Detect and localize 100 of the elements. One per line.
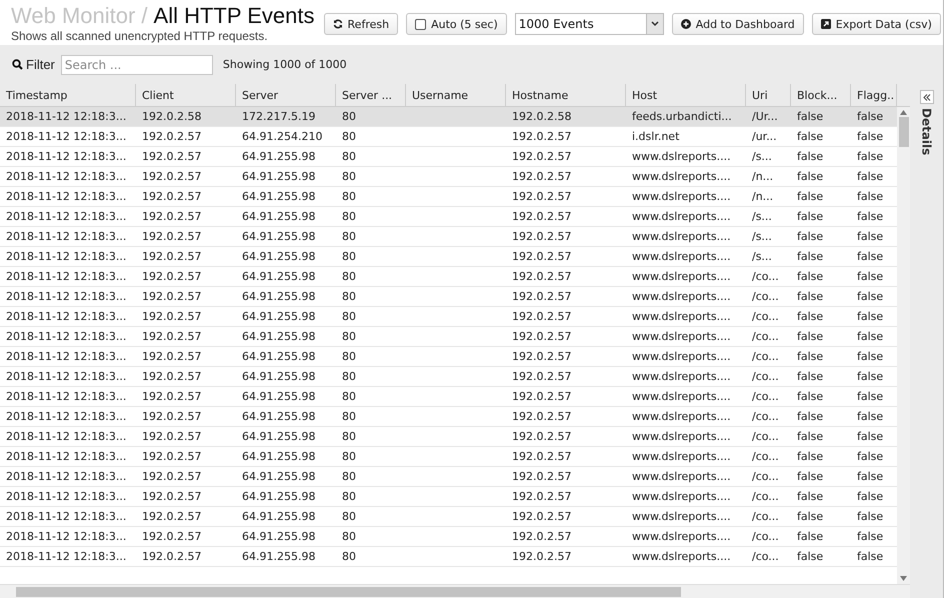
table-cell-text: false: [796, 289, 824, 305]
table-cell-text: www.dslreports....: [631, 149, 732, 165]
table-cell-text: false: [856, 549, 884, 565]
table-cell-text: 2018-11-12 12:18:3...: [5, 289, 128, 305]
scroll-down-icon: [900, 576, 907, 581]
table-cell-text: 80: [341, 189, 357, 205]
table-cell-text: false: [796, 229, 824, 245]
table-cell-text: 64.91.255.98: [241, 189, 316, 205]
table-cell-text: 64.91.255.98: [241, 469, 316, 485]
table-cell-text: false: [856, 509, 884, 525]
column-header[interactable]: Block...: [791, 84, 851, 106]
table-cell-text: 2018-11-12 12:18:3...: [5, 489, 128, 505]
table-cell-text: 80: [341, 289, 357, 305]
table-cell-text: 192.0.2.57: [141, 129, 202, 145]
table-cell-text: false: [856, 249, 884, 265]
details-tab[interactable]: Details: [920, 108, 932, 156]
table-cell-text: /co...: [751, 329, 780, 345]
column-header[interactable]: Hostname: [506, 84, 626, 106]
table-cell-text: 192.0.2.57: [141, 209, 202, 225]
auto-refresh-checkbox[interactable]: Auto (5 sec): [406, 13, 507, 35]
vertical-scrollbar[interactable]: [897, 107, 910, 584]
column-header[interactable]: Flagg..: [851, 84, 897, 106]
table-cell-text: 80: [341, 549, 357, 565]
table-cell-text: /co...: [751, 529, 780, 545]
table-cell-text: 192.0.2.57: [141, 509, 202, 525]
table-cell-text: 192.0.2.57: [511, 489, 572, 505]
table-cell-text: 192.0.2.57: [511, 169, 572, 185]
refresh-button[interactable]: Refresh: [324, 13, 398, 35]
search-field[interactable]: Search ...: [60, 54, 213, 74]
horizontal-scrollbar[interactable]: [0, 584, 910, 598]
scrollbar-thumb[interactable]: [16, 586, 681, 596]
table-cell-text: www.dslreports....: [631, 429, 732, 445]
collapse-button[interactable]: [920, 90, 934, 104]
table-cell-text: /co...: [751, 509, 780, 525]
table-cell-text: 64.91.255.98: [241, 249, 316, 265]
table-cell-text: /n...: [751, 169, 774, 185]
column-header[interactable]: Server: [236, 84, 336, 106]
table-cell-text: 2018-11-12 12:18:3...: [5, 309, 128, 325]
table-cell-text: 2018-11-12 12:18:3...: [5, 469, 128, 485]
table-cell-text: 64.91.255.98: [241, 329, 316, 345]
export-data-button[interactable]: Export Data (csv): [812, 13, 941, 35]
table-cell-text: 192.0.2.57: [511, 209, 572, 225]
table-cell-text: /s...: [751, 249, 773, 265]
column-header[interactable]: Username: [406, 84, 506, 106]
table-cell-text: false: [796, 509, 824, 525]
table-cell-text: www.dslreports....: [631, 469, 732, 485]
add-to-dashboard-button[interactable]: Add to Dashboard: [672, 13, 804, 35]
table-cell-text: 192.0.2.57: [511, 369, 572, 385]
table-cell-text: 2018-11-12 12:18:3...: [5, 449, 128, 465]
table-cell-text: false: [796, 129, 824, 145]
table-cell-text: false: [856, 149, 884, 165]
table-cell-text: 192.0.2.57: [511, 249, 572, 265]
table-cell-text: 64.91.255.98: [241, 349, 316, 365]
table-cell-text: /co...: [751, 369, 780, 385]
table-cell-text: 192.0.2.57: [141, 269, 202, 285]
table-cell-text: 192.0.2.57: [511, 409, 572, 425]
table-cell-text: /co...: [751, 349, 780, 365]
table-cell-text: 172.217.5.19: [241, 109, 316, 125]
table-cell-text: 2018-11-12 12:18:3...: [5, 509, 128, 525]
table-cell-text: false: [796, 149, 824, 165]
table-cell-text: www.dslreports....: [631, 289, 732, 305]
table-cell-text: www.dslreports....: [631, 269, 732, 285]
table-cell-text: false: [856, 209, 884, 225]
table-cell-text: 64.91.255.98: [241, 509, 316, 525]
table-cell-text: false: [796, 429, 824, 445]
column-header[interactable]: Client: [136, 84, 236, 106]
column-header[interactable]: Host: [626, 84, 746, 106]
table-cell-text: 80: [341, 209, 357, 225]
table-cell-text: false: [856, 449, 884, 465]
table-cell-text: 192.0.2.57: [511, 389, 572, 405]
table-cell-text: 192.0.2.57: [511, 509, 572, 525]
table-cell-text: false: [796, 529, 824, 545]
table-cell-text: www.dslreports....: [631, 309, 732, 325]
table-cell-text: 80: [341, 129, 357, 145]
table-cell-text: false: [856, 289, 884, 305]
table-cell-text: 192.0.2.57: [511, 349, 572, 365]
table-cell-text: 80: [341, 369, 357, 385]
table-cell-text: www.dslreports....: [631, 529, 732, 545]
table-cell-text: 192.0.2.57: [141, 149, 202, 165]
table-row[interactable]: 2018-11-12 12:18:3... 192.0.2.58 172.217.5.19 80 192.0.2.58 feeds.urbandicti... /Ur... false false: [0, 107, 897, 127]
column-header[interactable]: Timestamp: [0, 84, 136, 106]
column-header[interactable]: Server ...: [336, 84, 406, 106]
column-header[interactable]: Uri: [746, 84, 791, 106]
table-cell-text: feeds.urbandicti...: [631, 109, 733, 125]
table-cell-text: 80: [341, 169, 357, 185]
table-cell-text: 80: [341, 229, 357, 245]
table-cell-text: 64.91.255.98: [241, 209, 316, 225]
table-cell-text: www.dslreports....: [631, 449, 732, 465]
table-cell-text: /co...: [751, 549, 780, 565]
table-cell-text: 192.0.2.58: [511, 109, 572, 125]
scrollbar-thumb[interactable]: [898, 117, 908, 147]
table-cell-text: 192.0.2.57: [141, 309, 202, 325]
table-cell-text: 192.0.2.57: [141, 249, 202, 265]
table-cell-text: 192.0.2.57: [141, 489, 202, 505]
table-cell-text: 192.0.2.57: [141, 469, 202, 485]
chevron-down-icon: [650, 21, 659, 27]
table-cell-text: 192.0.2.57: [141, 389, 202, 405]
table-cell-text: 192.0.2.57: [141, 329, 202, 345]
table-cell-text: false: [856, 389, 884, 405]
events-dropdown[interactable]: 1000 Events: [514, 13, 664, 35]
